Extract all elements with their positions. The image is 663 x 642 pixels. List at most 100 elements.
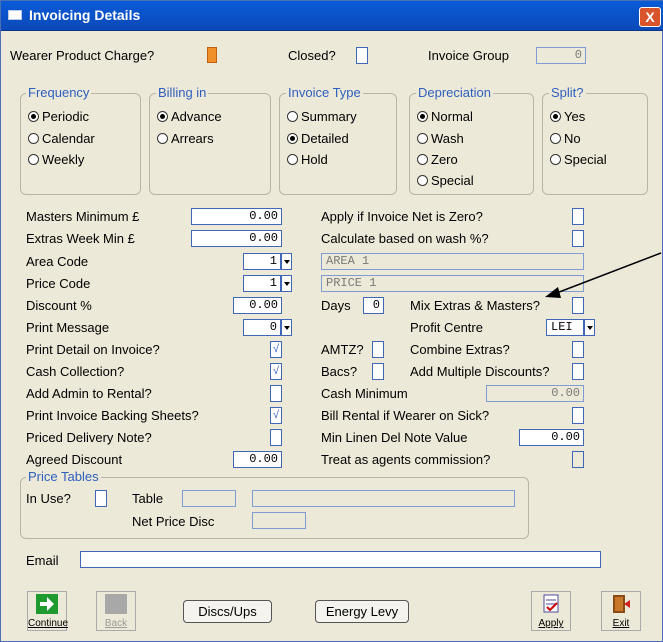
radio-selected-icon bbox=[287, 133, 298, 144]
email-label: Email bbox=[26, 553, 59, 568]
billing-option-label: Arrears bbox=[171, 131, 214, 146]
closed-label: Closed? bbox=[288, 48, 336, 63]
table-code-field bbox=[182, 490, 236, 507]
add-admin-checkbox[interactable] bbox=[270, 385, 282, 402]
print-message-dropdown[interactable] bbox=[281, 319, 292, 336]
mix-extras-checkbox[interactable] bbox=[572, 297, 584, 314]
add-multi-disc-label: Add Multiple Discounts? bbox=[410, 364, 550, 379]
bill-rental-sick-label: Bill Rental if Wearer on Sick? bbox=[321, 408, 490, 423]
frequency-calendar-radio[interactable]: Calendar bbox=[28, 131, 95, 147]
frequency-title: Frequency bbox=[26, 85, 92, 100]
invoice-type-option-label: Detailed bbox=[301, 131, 349, 146]
radio-icon bbox=[157, 133, 168, 144]
in-use-label: In Use? bbox=[26, 491, 71, 506]
back-button[interactable]: Back bbox=[96, 591, 136, 631]
closed-checkbox[interactable] bbox=[356, 47, 368, 64]
depreciation-wash-radio[interactable]: Wash bbox=[417, 131, 464, 147]
billing-arrears-radio[interactable]: Arrears bbox=[157, 131, 214, 147]
billing-advance-radio[interactable]: Advance bbox=[157, 109, 222, 125]
radio-icon bbox=[417, 154, 428, 165]
back-arrow-icon bbox=[105, 594, 127, 614]
in-use-checkbox[interactable] bbox=[95, 490, 107, 507]
treat-agents-checkbox[interactable] bbox=[572, 451, 584, 468]
split-yes-radio[interactable]: Yes bbox=[550, 109, 585, 125]
depreciation-zero-radio[interactable]: Zero bbox=[417, 152, 458, 168]
radio-selected-icon bbox=[417, 111, 428, 122]
split-no-radio[interactable]: No bbox=[550, 131, 581, 147]
extras-week-min-label: Extras Week Min £ bbox=[26, 231, 135, 246]
print-backing-checkbox[interactable]: √ bbox=[270, 407, 282, 424]
discs-ups-button[interactable]: Discs/Ups bbox=[183, 600, 272, 623]
radio-icon bbox=[287, 111, 298, 122]
radio-icon bbox=[417, 133, 428, 144]
table-name-field bbox=[252, 490, 515, 507]
email-field[interactable] bbox=[80, 551, 601, 568]
combine-extras-checkbox[interactable] bbox=[572, 341, 584, 358]
radio-icon bbox=[550, 154, 561, 165]
profit-centre-dropdown[interactable] bbox=[584, 319, 595, 336]
calc-wash-label: Calculate based on wash %? bbox=[321, 231, 489, 246]
discount-field[interactable]: 0.00 bbox=[233, 297, 282, 314]
net-price-disc-label: Net Price Disc bbox=[132, 514, 215, 529]
depreciation-normal-radio[interactable]: Normal bbox=[417, 109, 473, 125]
bill-rental-sick-checkbox[interactable] bbox=[572, 407, 584, 424]
window-icon bbox=[8, 10, 22, 20]
discount-label: Discount % bbox=[26, 298, 92, 313]
treat-agents-label: Treat as agents commission? bbox=[321, 452, 491, 467]
frequency-periodic-radio[interactable]: Periodic bbox=[28, 109, 89, 125]
continue-button[interactable]: Continue bbox=[27, 591, 68, 631]
price-code-field[interactable]: 1 bbox=[243, 275, 281, 292]
cash-collection-checkbox[interactable]: √ bbox=[270, 363, 282, 380]
agreed-discount-label: Agreed Discount bbox=[26, 452, 123, 467]
agreed-discount-field[interactable]: 0.00 bbox=[233, 451, 282, 468]
days-field[interactable]: 0 bbox=[363, 297, 384, 314]
invoice-type-detailed-radio[interactable]: Detailed bbox=[287, 131, 349, 147]
priced-delivery-checkbox[interactable] bbox=[270, 429, 282, 446]
min-linen-field[interactable]: 0.00 bbox=[519, 429, 584, 446]
frequency-weekly-radio[interactable]: Weekly bbox=[28, 152, 84, 168]
invoice-type-hold-radio[interactable]: Hold bbox=[287, 152, 328, 168]
split-option-label: Yes bbox=[564, 109, 586, 124]
split-option-label: Special bbox=[564, 152, 607, 167]
billing-title: Billing in bbox=[156, 85, 209, 100]
print-detail-checkbox[interactable]: √ bbox=[270, 341, 282, 358]
depreciation-option-label: Normal bbox=[431, 109, 473, 124]
apply-button[interactable]: Apply bbox=[531, 591, 571, 631]
billing-option-label: Advance bbox=[171, 109, 222, 124]
invoice-group-field[interactable]: 0 bbox=[536, 47, 586, 64]
split-special-radio[interactable]: Special bbox=[550, 152, 607, 168]
wearer-product-charge-indicator[interactable] bbox=[207, 47, 217, 63]
bacs-label: Bacs? bbox=[321, 364, 358, 379]
price-code-dropdown[interactable] bbox=[281, 275, 292, 292]
invoice-type-summary-radio[interactable]: Summary bbox=[287, 109, 357, 125]
energy-levy-button[interactable]: Energy Levy bbox=[315, 600, 409, 623]
masters-minimum-field[interactable]: 0.00 bbox=[191, 208, 282, 225]
close-button[interactable]: X bbox=[639, 7, 661, 27]
add-multi-disc-checkbox[interactable] bbox=[572, 363, 584, 380]
print-message-field[interactable]: 0 bbox=[243, 319, 281, 336]
area-code-label: Area Code bbox=[26, 254, 89, 269]
area-code-dropdown[interactable] bbox=[281, 253, 292, 270]
profit-centre-field[interactable]: LEI bbox=[546, 319, 584, 336]
window-title: Invoicing Details bbox=[29, 7, 141, 23]
radio-selected-icon bbox=[28, 111, 39, 122]
radio-selected-icon bbox=[550, 111, 561, 122]
apply-label: Apply bbox=[538, 618, 564, 629]
calc-wash-checkbox[interactable] bbox=[572, 230, 584, 247]
days-label: Days bbox=[321, 298, 351, 313]
apply-if-zero-checkbox[interactable] bbox=[572, 208, 584, 225]
price-tables-group bbox=[20, 477, 529, 539]
depreciation-special-radio[interactable]: Special bbox=[417, 173, 474, 189]
invoice-group-label: Invoice Group bbox=[428, 48, 509, 63]
back-label: Back bbox=[104, 618, 128, 629]
combine-extras-label: Combine Extras? bbox=[410, 342, 510, 357]
price-name-field: PRICE 1 bbox=[321, 275, 584, 292]
radio-selected-icon bbox=[157, 111, 168, 122]
masters-minimum-label: Masters Minimum £ bbox=[26, 209, 140, 224]
bacs-checkbox[interactable] bbox=[372, 363, 384, 380]
extras-week-min-field[interactable]: 0.00 bbox=[191, 230, 282, 247]
area-code-field[interactable]: 1 bbox=[243, 253, 281, 270]
amtz-checkbox[interactable] bbox=[372, 341, 384, 358]
exit-button[interactable]: Exit bbox=[601, 591, 641, 631]
add-admin-label: Add Admin to Rental? bbox=[26, 386, 152, 401]
